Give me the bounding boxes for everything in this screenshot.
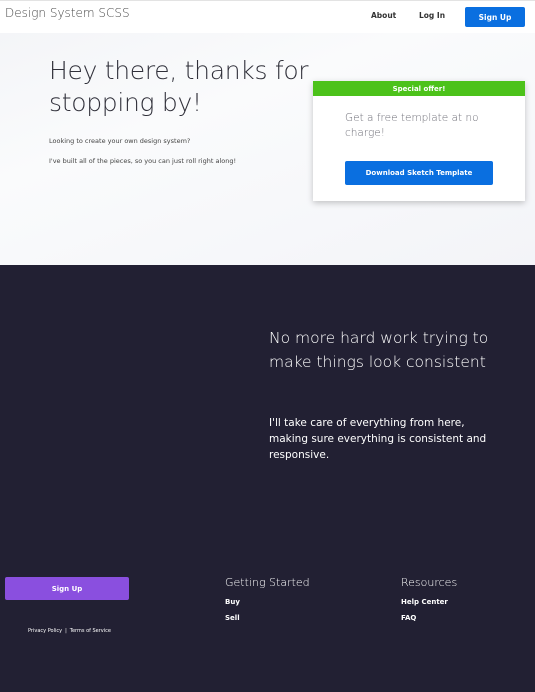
legal-separator: | <box>65 628 67 634</box>
footer-link-sell[interactable]: Sell <box>225 614 240 622</box>
nav-link-login[interactable]: Log In <box>419 11 445 20</box>
terms-of-service-link[interactable]: Terms of Service <box>70 628 111 634</box>
hero-section: Hey there, thanks for stopping by! Looki… <box>0 33 535 265</box>
feature-text: I'll take care of everything from here, … <box>269 417 487 461</box>
nav-signup-button[interactable]: Sign Up <box>465 7 525 27</box>
special-offer-card: Special offer! Get a free template at no… <box>313 81 525 201</box>
footer-link-faq[interactable]: FAQ <box>401 614 416 622</box>
getting-started-heading: Getting Started <box>225 576 310 589</box>
legal-links: Privacy Policy | Terms of Service <box>28 628 111 634</box>
footer-signup-button[interactable]: Sign Up <box>5 577 129 600</box>
footer-link-buy[interactable]: Buy <box>225 598 240 606</box>
download-sketch-template-button[interactable]: Download Sketch Template <box>345 161 493 185</box>
hero-text-first: Looking to create your own design system… <box>49 137 191 145</box>
hero-text-second: I've built all of the pieces, so you can… <box>49 157 237 165</box>
resources-heading: Resources <box>401 576 458 589</box>
privacy-policy-link[interactable]: Privacy Policy <box>28 628 62 634</box>
feature-title: No more hard work trying to make things … <box>269 329 489 371</box>
footer-link-help-center[interactable]: Help Center <box>401 598 448 606</box>
brand-logo-text[interactable]: Design System SCSS <box>5 6 130 20</box>
top-navbar: Design System SCSS About Log In Sign Up <box>0 0 535 33</box>
offer-text: Get a free template at no charge! <box>345 112 479 139</box>
special-offer-ribbon: Special offer! <box>313 81 525 96</box>
nav-link-about[interactable]: About <box>371 11 396 20</box>
hero-title: Hey there, thanks for stopping by! <box>49 56 309 117</box>
